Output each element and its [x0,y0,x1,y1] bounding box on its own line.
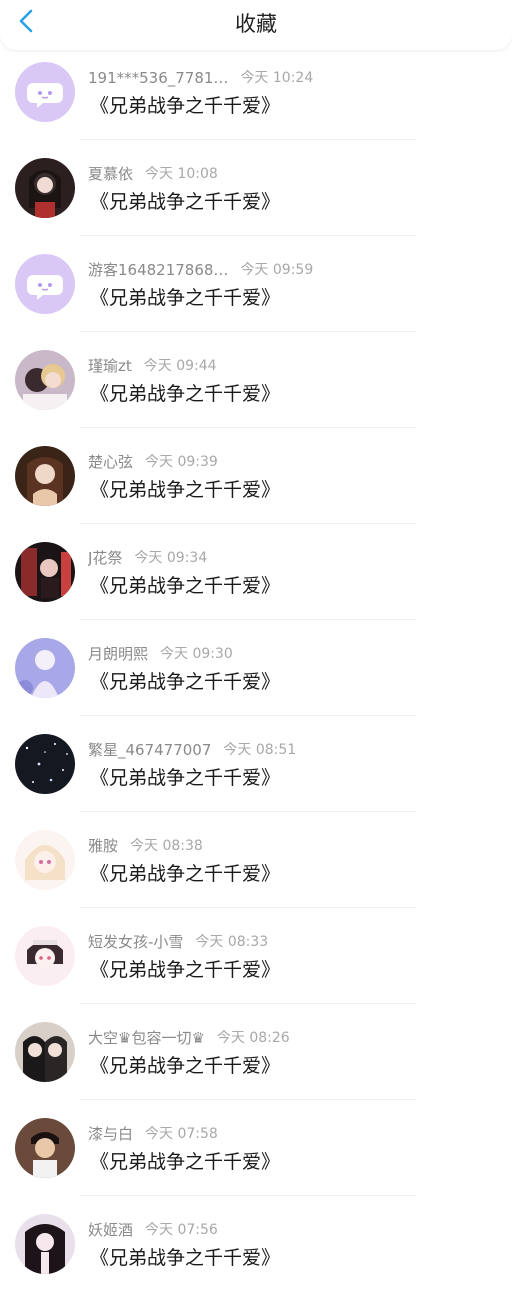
avatar[interactable] [15,350,75,410]
photo-avatar-icon [15,1022,75,1082]
book-title: 《兄弟战争之千千爱》 [90,1151,281,1173]
timestamp: 今天 09:44 [143,358,217,374]
book-title: 《兄弟战争之千千爱》 [90,95,281,117]
list-item[interactable]: 大空♛包容一切♛ 今天 08:26 《兄弟战争之千千爱》 [0,1004,512,1100]
timestamp: 今天 08:51 [223,742,297,758]
list-item[interactable]: 游客1648217868… 今天 09:59 《兄弟战争之千千爱》 [0,236,512,332]
avatar[interactable] [15,158,75,218]
photo-avatar-icon [15,446,75,506]
list-item[interactable]: 雅胺 今天 08:38 《兄弟战争之千千爱》 [0,812,512,908]
book-title: 《兄弟战争之千千爱》 [90,959,281,981]
timestamp: 今天 07:58 [145,1126,218,1142]
photo-avatar-icon [15,1118,75,1178]
photo-avatar-icon [15,926,75,986]
user-name: 月朗明熙 [88,645,149,663]
favorites-list: 191***536_7781… 今天 10:24 《兄弟战争之千千爱》 夏慕依 今天… [0,44,512,1292]
photo-avatar-icon [15,830,75,890]
list-item[interactable]: 繁星_467477007 今天 08:51 《兄弟战争之千千爱》 [0,716,512,812]
avatar[interactable] [15,446,75,506]
avatar[interactable] [15,254,75,314]
list-item[interactable]: 191***536_7781… 今天 10:24 《兄弟战争之千千爱》 [0,44,512,140]
timestamp: 今天 09:34 [134,550,208,566]
user-name: 妖姬酒 [88,1221,134,1239]
user-name: 游客1648217868… [88,261,229,279]
timestamp: 今天 08:38 [130,838,203,854]
timestamp: 今天 07:56 [145,1222,218,1238]
user-name: 191***536_7781… [88,69,229,87]
list-item[interactable]: 短发女孩-小雪 今天 08:33 《兄弟战争之千千爱》 [0,908,512,1004]
chat-bubble-icon [15,62,75,122]
header-bar: 收藏 [0,0,512,50]
avatar[interactable] [15,1022,75,1082]
book-title: 《兄弟战争之千千爱》 [90,1247,281,1269]
chat-bubble-icon [15,254,75,314]
timestamp: 今天 09:59 [240,262,314,278]
avatar[interactable] [15,734,75,794]
user-name: J花祭 [88,549,123,567]
avatar[interactable] [15,926,75,986]
timestamp: 今天 10:24 [240,70,314,86]
avatar[interactable] [15,1214,75,1274]
timestamp: 今天 09:30 [160,646,233,662]
user-name: 雅胺 [88,837,119,855]
book-title: 《兄弟战争之千千爱》 [90,479,281,501]
book-title: 《兄弟战争之千千爱》 [90,767,281,789]
timestamp: 今天 08:33 [195,934,269,950]
timestamp: 今天 09:39 [145,454,218,470]
timestamp: 今天 10:08 [145,166,218,182]
user-name: 繁星_467477007 [88,741,212,759]
avatar[interactable] [15,542,75,602]
book-title: 《兄弟战争之千千爱》 [90,575,281,597]
photo-avatar-icon [15,542,75,602]
photo-avatar-icon [15,158,75,218]
user-name: 短发女孩-小雪 [88,933,184,951]
list-item[interactable]: 楚心弦 今天 09:39 《兄弟战争之千千爱》 [0,428,512,524]
photo-avatar-icon [15,1214,75,1274]
avatar[interactable] [15,830,75,890]
photo-avatar-icon [15,734,75,794]
user-name: 瑾瑜zt [88,357,132,375]
user-name: 大空♛包容一切♛ [88,1029,205,1047]
user-name: 夏慕依 [88,165,134,183]
list-item[interactable]: 瑾瑜zt 今天 09:44 《兄弟战争之千千爱》 [0,332,512,428]
list-item[interactable]: J花祭 今天 09:34 《兄弟战争之千千爱》 [0,524,512,620]
book-title: 《兄弟战争之千千爱》 [90,287,281,309]
book-title: 《兄弟战争之千千爱》 [90,383,281,405]
avatar[interactable] [15,62,75,122]
avatar[interactable] [15,638,75,698]
book-title: 《兄弟战争之千千爱》 [90,671,281,693]
photo-avatar-icon [15,638,75,698]
book-title: 《兄弟战争之千千爱》 [90,863,281,885]
list-item[interactable]: 夏慕依 今天 10:08 《兄弟战争之千千爱》 [0,140,512,236]
avatar[interactable] [15,1118,75,1178]
list-item[interactable]: 月朗明熙 今天 09:30 《兄弟战争之千千爱》 [0,620,512,716]
book-title: 《兄弟战争之千千爱》 [90,191,281,213]
book-title: 《兄弟战争之千千爱》 [90,1055,281,1077]
user-name: 楚心弦 [88,453,134,471]
photo-avatar-icon [15,350,75,410]
user-name: 漆与白 [88,1125,134,1143]
list-item[interactable]: 妖姬酒 今天 07:56 《兄弟战争之千千爱》 [0,1196,512,1292]
page-title: 收藏 [235,12,277,36]
list-item[interactable]: 漆与白 今天 07:58 《兄弟战争之千千爱》 [0,1100,512,1196]
timestamp: 今天 08:26 [216,1030,290,1046]
